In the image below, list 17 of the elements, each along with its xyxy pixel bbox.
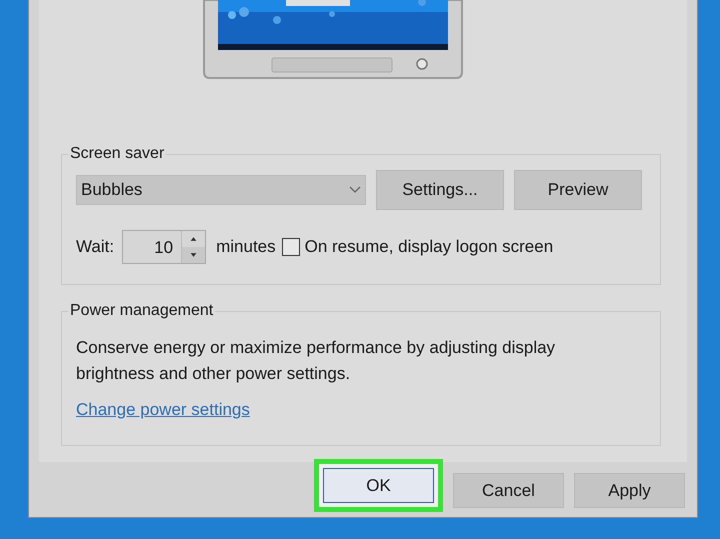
screen-saver-dropdown[interactable]: Bubbles bbox=[76, 175, 366, 205]
dialog-button[interactable]: Preview bbox=[514, 170, 642, 210]
wait-label: Wait: bbox=[76, 236, 114, 258]
dialog-button[interactable]: Apply bbox=[574, 473, 685, 508]
group-label: Screen saver bbox=[69, 144, 166, 164]
dialog-button[interactable]: OK bbox=[323, 468, 434, 503]
dialog-button[interactable]: Cancel bbox=[453, 473, 564, 508]
wait-spinner[interactable]: 10 bbox=[122, 230, 206, 264]
chevron-down-icon bbox=[349, 186, 361, 194]
power-settings-link[interactable]: Change power settings bbox=[76, 397, 250, 422]
checkbox[interactable] bbox=[282, 238, 300, 256]
checkbox-label: On resume, display logon screen bbox=[304, 236, 554, 258]
dialog-button[interactable]: Settings... bbox=[376, 170, 504, 210]
spin-down-icon[interactable] bbox=[182, 247, 206, 263]
power-description: Conserve energy or maximize performance by adjusting display brightness and other power settings. bbox=[76, 337, 556, 385]
group-label: Power management bbox=[69, 301, 214, 321]
minutes-label: minutes bbox=[216, 236, 276, 258]
